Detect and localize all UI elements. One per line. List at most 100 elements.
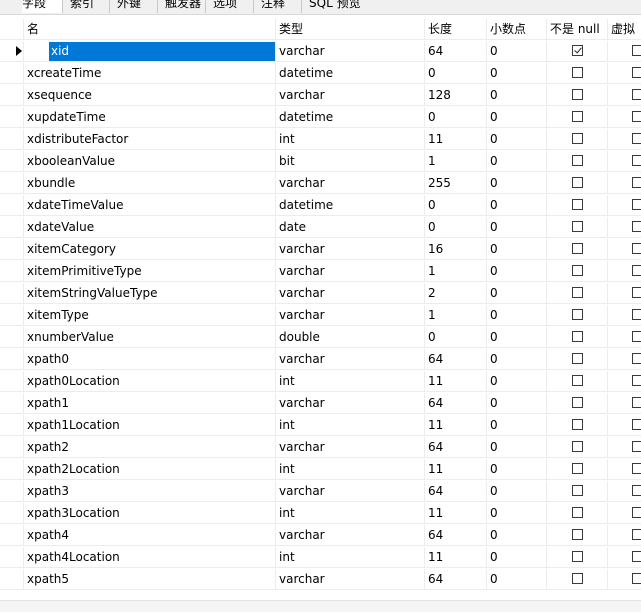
field-name-cell[interactable]: xitemCategory [24,239,276,260]
field-type-cell[interactable]: int [276,129,425,150]
field-decimals-cell[interactable]: 0 [487,129,547,150]
field-decimals-cell[interactable]: 0 [487,239,547,260]
field-length-cell[interactable]: 16 [425,239,487,260]
field-name-cell[interactable]: xcreateTime [24,63,276,84]
column-header-not-null[interactable]: 不是 null [547,19,608,40]
row-indicator[interactable] [0,305,24,326]
field-decimals-cell[interactable]: 0 [487,85,547,106]
table-row[interactable]: xitemCategory varchar 16 0 [0,239,641,261]
field-type-cell[interactable]: bit [276,151,425,172]
field-name-cell[interactable]: xpath0Location [24,371,276,392]
field-length-cell[interactable]: 64 [425,569,487,590]
table-row[interactable]: xpath4 varchar 64 0 [0,525,641,547]
row-indicator[interactable] [0,569,24,590]
field-length-cell[interactable]: 2 [425,283,487,304]
field-name-cell[interactable]: xdateValue [24,217,276,238]
table-row[interactable]: xpath2Location int 11 0 [0,459,641,481]
field-length-cell[interactable]: 1 [425,305,487,326]
field-length-cell[interactable]: 0 [425,327,487,348]
not-null-checkbox[interactable] [572,331,583,342]
table-row[interactable]: xpath0 varchar 64 0 [0,349,641,371]
virtual-checkbox[interactable] [632,441,641,452]
row-indicator[interactable] [0,195,24,216]
field-decimals-cell[interactable]: 0 [487,41,547,62]
not-null-checkbox[interactable] [572,551,583,562]
field-type-cell[interactable]: varchar [276,569,425,590]
field-decimals-cell[interactable]: 0 [487,349,547,370]
not-null-checkbox[interactable] [572,353,583,364]
table-row[interactable]: xpath3Location int 11 0 [0,503,641,525]
row-indicator[interactable] [0,481,24,502]
field-type-cell[interactable]: varchar [276,305,425,326]
tab-comments[interactable]: 注释 [253,0,285,13]
row-indicator[interactable] [0,283,24,304]
row-indicator[interactable] [0,349,24,370]
not-null-checkbox[interactable] [572,507,583,518]
virtual-checkbox[interactable] [632,89,641,100]
row-indicator[interactable] [0,459,24,480]
not-null-checkbox[interactable] [572,177,583,188]
row-indicator[interactable] [0,173,24,194]
field-name-cell[interactable]: xitemStringValueType [24,283,276,304]
field-decimals-cell[interactable]: 0 [487,547,547,568]
field-type-cell[interactable]: int [276,371,425,392]
not-null-checkbox[interactable] [572,111,583,122]
virtual-checkbox[interactable] [632,287,641,298]
field-length-cell[interactable]: 11 [425,415,487,436]
field-decimals-cell[interactable]: 0 [487,371,547,392]
virtual-checkbox[interactable] [632,529,641,540]
field-type-cell[interactable]: varchar [276,261,425,282]
table-row[interactable]: xid varchar 64 0 [0,41,641,63]
field-length-cell[interactable]: 64 [425,393,487,414]
field-type-cell[interactable]: varchar [276,393,425,414]
field-name-cell[interactable]: xnumberValue [24,327,276,348]
virtual-checkbox[interactable] [632,507,641,518]
field-length-cell[interactable]: 1 [425,151,487,172]
field-length-cell[interactable]: 64 [425,481,487,502]
field-length-cell[interactable]: 64 [425,41,487,62]
field-type-cell[interactable]: datetime [276,195,425,216]
field-decimals-cell[interactable]: 0 [487,393,547,414]
not-null-checkbox[interactable] [572,89,583,100]
virtual-checkbox[interactable] [632,243,641,254]
field-name-cell[interactable]: xpath4Location [24,547,276,568]
virtual-checkbox[interactable] [632,331,641,342]
field-type-cell[interactable]: varchar [276,525,425,546]
row-indicator[interactable] [0,41,24,62]
virtual-checkbox[interactable] [632,177,641,188]
not-null-checkbox[interactable] [572,287,583,298]
field-length-cell[interactable]: 0 [425,107,487,128]
table-row[interactable]: xcreateTime datetime 0 0 [0,63,641,85]
virtual-checkbox[interactable] [632,353,641,364]
not-null-checkbox[interactable] [572,45,583,56]
table-row[interactable]: xpath1Location int 11 0 [0,415,641,437]
field-name-cell[interactable]: xpath1 [24,393,276,414]
field-length-cell[interactable]: 64 [425,525,487,546]
field-length-cell[interactable]: 255 [425,173,487,194]
tab-triggers[interactable]: 触发器 [157,0,201,13]
field-length-cell[interactable]: 11 [425,371,487,392]
not-null-checkbox[interactable] [572,221,583,232]
field-type-cell[interactable]: varchar [276,173,425,194]
virtual-checkbox[interactable] [632,419,641,430]
field-length-cell[interactable]: 128 [425,85,487,106]
field-name-cell[interactable]: xid [24,41,276,62]
row-indicator[interactable] [0,437,24,458]
virtual-checkbox[interactable] [632,485,641,496]
tab-fields[interactable]: 字段 [22,0,62,13]
field-name-cell[interactable]: xdistributeFactor [24,129,276,150]
table-row[interactable]: xbooleanValue bit 1 0 [0,151,641,173]
virtual-checkbox[interactable] [632,265,641,276]
virtual-checkbox[interactable] [632,67,641,78]
table-row[interactable]: xpath1 varchar 64 0 [0,393,641,415]
field-type-cell[interactable]: varchar [276,85,425,106]
row-indicator[interactable] [0,503,24,524]
field-length-cell[interactable]: 11 [425,459,487,480]
table-row[interactable]: xdateTimeValue datetime 0 0 [0,195,641,217]
virtual-checkbox[interactable] [632,309,641,320]
table-row[interactable]: xbundle varchar 255 0 [0,173,641,195]
table-row[interactable]: xitemPrimitiveType varchar 1 0 [0,261,641,283]
not-null-checkbox[interactable] [572,243,583,254]
field-name-cell[interactable]: xupdateTime [24,107,276,128]
field-name-cell[interactable]: xpath2Location [24,459,276,480]
